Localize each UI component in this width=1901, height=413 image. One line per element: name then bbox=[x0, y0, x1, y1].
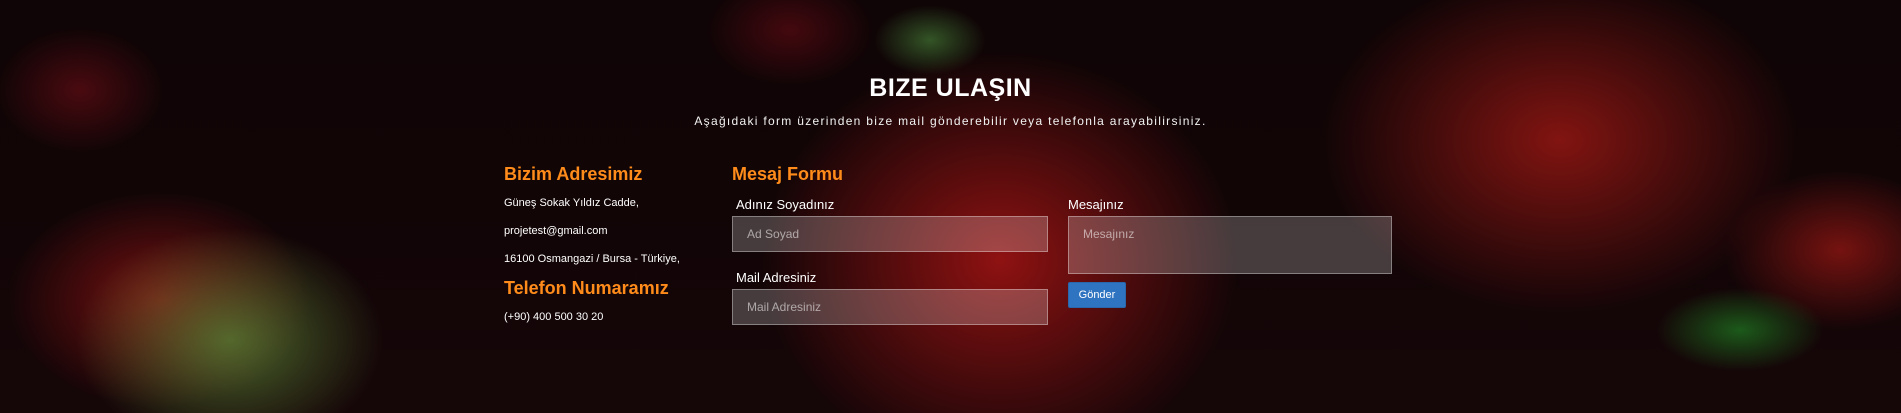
email-label: Mail Adresiniz bbox=[736, 270, 817, 285]
form-heading: Mesaj Formu bbox=[732, 164, 844, 184]
phone-number: (+90) 400 500 30 20 bbox=[504, 311, 604, 323]
send-button[interactable]: Gönder bbox=[1068, 282, 1126, 308]
email-input[interactable] bbox=[732, 289, 1048, 325]
address-line-city: 16100 Osmangazi / Bursa - Türkiye, bbox=[504, 253, 680, 265]
contact-section: BIZE ULAŞIN Aşağıdaki form üzerinden biz… bbox=[0, 0, 1901, 413]
page-title: BIZE ULAŞIN bbox=[869, 74, 1032, 102]
name-input[interactable] bbox=[732, 216, 1048, 252]
page-subtitle: Aşağıdaki form üzerinden bize mail gönde… bbox=[694, 114, 1207, 128]
address-heading: Bizim Adresimiz bbox=[504, 164, 643, 184]
address-line-street: Güneş Sokak Yıldız Cadde, bbox=[504, 197, 639, 209]
phone-heading: Telefon Numaramız bbox=[504, 278, 669, 298]
address-line-email: projetest@gmail.com bbox=[504, 225, 608, 237]
name-label: Adınız Soyadınız bbox=[736, 197, 835, 212]
message-textarea[interactable] bbox=[1068, 216, 1392, 274]
message-label: Mesajınız bbox=[1068, 197, 1124, 212]
